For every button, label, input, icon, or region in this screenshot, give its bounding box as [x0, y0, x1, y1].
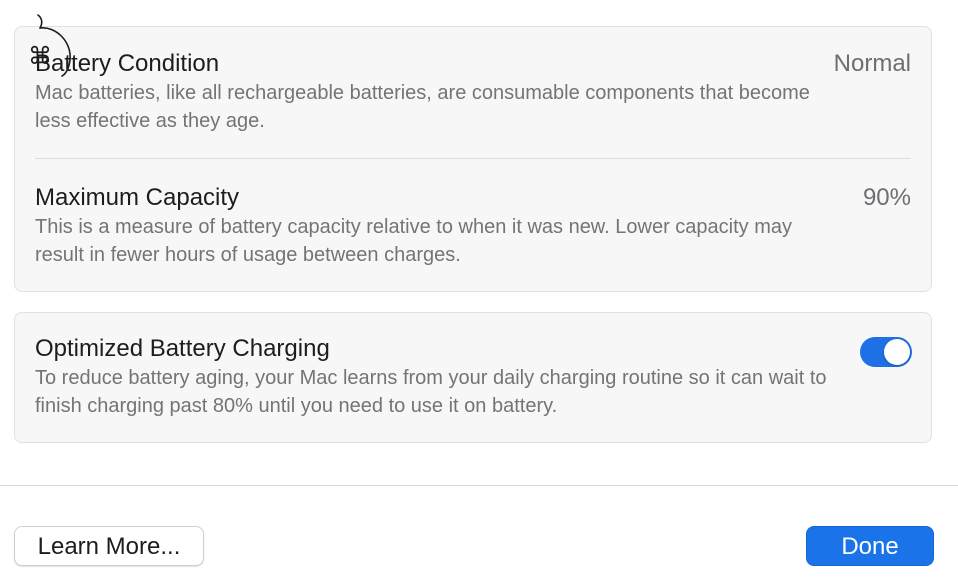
battery-health-panel: Battery Condition Normal Mac batteries, … — [14, 26, 932, 292]
battery-condition-row: Battery Condition Normal Mac batteries, … — [35, 49, 911, 159]
command-key-icon: ⌘ — [28, 42, 52, 70]
maximum-capacity-row: Maximum Capacity 90% This is a measure o… — [35, 183, 911, 283]
optimized-charging-title: Optimized Battery Charging — [35, 335, 330, 362]
optimized-charging-row: Optimized Battery Charging To reduce bat… — [35, 334, 911, 434]
learn-more-button[interactable]: Learn More... — [14, 526, 204, 566]
optimized-charging-panel: Optimized Battery Charging To reduce bat… — [14, 312, 932, 443]
section-divider — [35, 158, 911, 159]
maximum-capacity-value: 90% — [862, 184, 911, 211]
toggle-knob — [884, 339, 910, 365]
battery-condition-description: Mac batteries, like all rechargeable bat… — [35, 82, 810, 132]
done-button[interactable]: Done — [806, 526, 934, 566]
maximum-capacity-title: Maximum Capacity — [35, 184, 240, 211]
battery-condition-value: Normal — [833, 50, 911, 77]
footer-divider — [0, 485, 958, 486]
maximum-capacity-description: This is a measure of battery capacity re… — [35, 216, 793, 266]
optimized-charging-description: To reduce battery aging, your Mac learns… — [35, 367, 827, 417]
optimized-charging-toggle[interactable] — [860, 337, 912, 367]
